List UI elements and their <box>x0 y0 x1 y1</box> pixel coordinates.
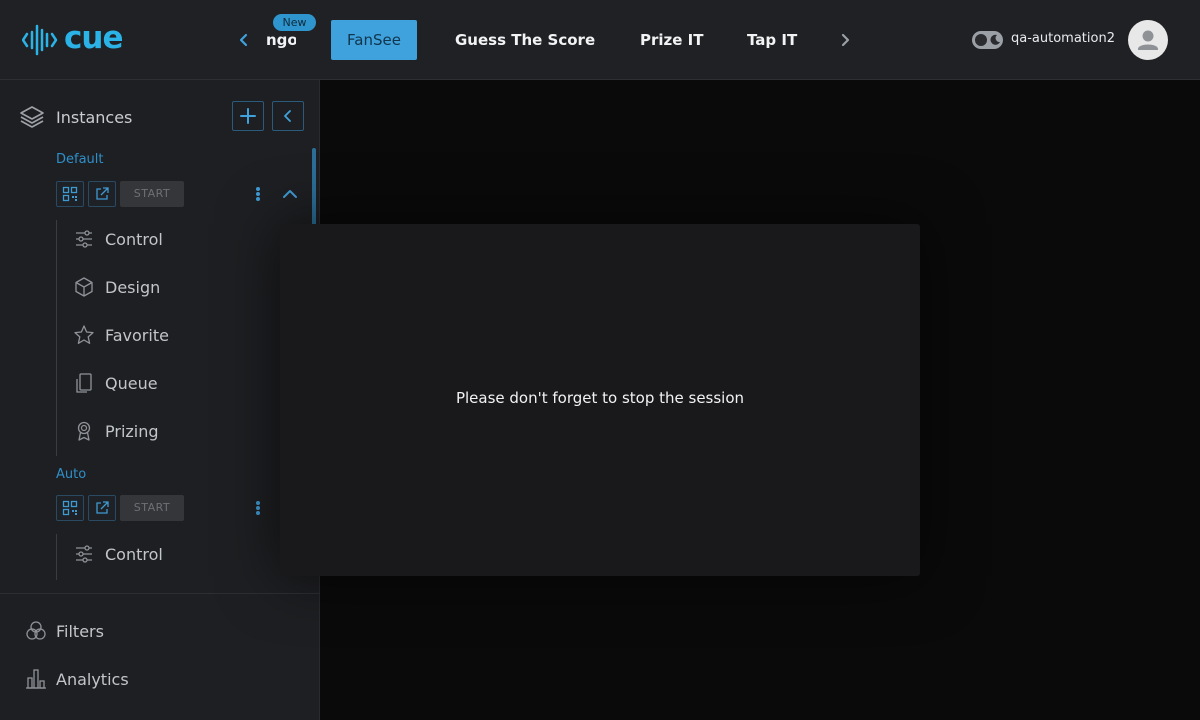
tree-line <box>56 534 57 580</box>
start-button[interactable]: START <box>120 495 184 521</box>
qr-code-button[interactable] <box>56 495 84 521</box>
moon-icon <box>990 34 1000 45</box>
plus-icon <box>240 108 256 124</box>
group-label-default[interactable]: Default <box>56 152 104 167</box>
menu-item-label: Control <box>105 544 163 564</box>
menu-item-label: Queue <box>105 373 158 393</box>
sidebar-divider <box>0 593 320 594</box>
menu-item-label: Favorite <box>105 325 169 345</box>
external-link-icon <box>96 187 109 200</box>
session-reminder-modal: Please don't forget to stop the session <box>280 224 920 576</box>
award-icon <box>72 419 96 443</box>
start-button[interactable]: START <box>120 181 184 207</box>
toggle-knob <box>975 34 987 46</box>
menu-item-design[interactable]: Design <box>72 272 160 302</box>
username: qa-automation2 <box>1011 31 1115 46</box>
user-icon <box>1138 30 1158 50</box>
chevron-left-icon <box>239 33 248 47</box>
menu-item-favorite[interactable]: Favorite <box>72 320 169 350</box>
cue-logo[interactable]: cue <box>22 20 123 58</box>
qr-code-button[interactable] <box>56 181 84 207</box>
chevron-right-icon <box>841 33 850 47</box>
sidebar-item-label: Analytics <box>56 669 129 689</box>
sliders-icon <box>72 227 96 251</box>
theme-toggle[interactable] <box>972 31 1003 49</box>
menu-item-label: Control <box>105 229 163 249</box>
more-options-button[interactable] <box>252 495 264 521</box>
menu-item-control[interactable]: Control <box>72 539 163 569</box>
sidebar-header: Instances <box>18 104 132 130</box>
tabs-scroll-left-button[interactable] <box>230 26 258 54</box>
menu-item-label: Design <box>105 277 161 297</box>
tab-guess-the-score[interactable]: Guess The Score <box>455 20 595 60</box>
sidebar-title: Instances <box>56 107 133 127</box>
qr-code-icon <box>62 500 78 516</box>
external-link-icon <box>96 501 109 514</box>
sidebar: Instances Default START Control Design F… <box>0 80 320 720</box>
logo-text: cue <box>64 20 123 56</box>
sidebar-item-filters[interactable]: Filters <box>24 616 104 646</box>
collapse-group-icon <box>283 190 297 198</box>
top-bar: cue ngo New FanSee Guess The Score Prize… <box>0 0 1200 80</box>
chevron-up-icon[interactable] <box>280 184 300 204</box>
analytics-icon <box>26 669 46 689</box>
group-label-auto[interactable]: Auto <box>56 467 86 482</box>
menu-item-prizing[interactable]: Prizing <box>72 416 159 446</box>
queue-icon <box>72 371 96 395</box>
modal-message: Please don't forget to stop the session <box>455 389 745 407</box>
open-external-button[interactable] <box>88 181 116 207</box>
sliders-icon <box>72 542 96 566</box>
cube-icon <box>72 275 96 299</box>
open-external-button[interactable] <box>88 495 116 521</box>
chevron-left-icon <box>284 110 291 122</box>
tree-line <box>56 220 57 456</box>
sidebar-scrollbar[interactable] <box>312 148 316 228</box>
more-options-button[interactable] <box>252 181 264 207</box>
menu-item-label: Prizing <box>105 421 159 441</box>
sidebar-item-label: Filters <box>56 621 104 641</box>
menu-item-queue[interactable]: Queue <box>72 368 158 398</box>
star-icon <box>72 323 96 347</box>
layers-icon <box>20 106 44 128</box>
tab-fansee[interactable]: FanSee <box>331 20 417 60</box>
filters-icon <box>26 621 46 640</box>
tab-prize-it[interactable]: Prize IT <box>640 20 703 60</box>
avatar[interactable] <box>1128 20 1168 60</box>
new-badge: New <box>273 14 316 31</box>
menu-item-control[interactable]: Control <box>72 224 163 254</box>
add-instance-button[interactable] <box>232 101 264 131</box>
qr-code-icon <box>62 186 78 202</box>
tab-tap-it[interactable]: Tap IT <box>747 20 797 60</box>
waveform-logo-icon <box>22 24 58 56</box>
tabs-scroll-right-button[interactable] <box>831 26 859 54</box>
sidebar-item-analytics[interactable]: Analytics <box>24 664 129 694</box>
collapse-sidebar-button[interactable] <box>272 101 304 131</box>
